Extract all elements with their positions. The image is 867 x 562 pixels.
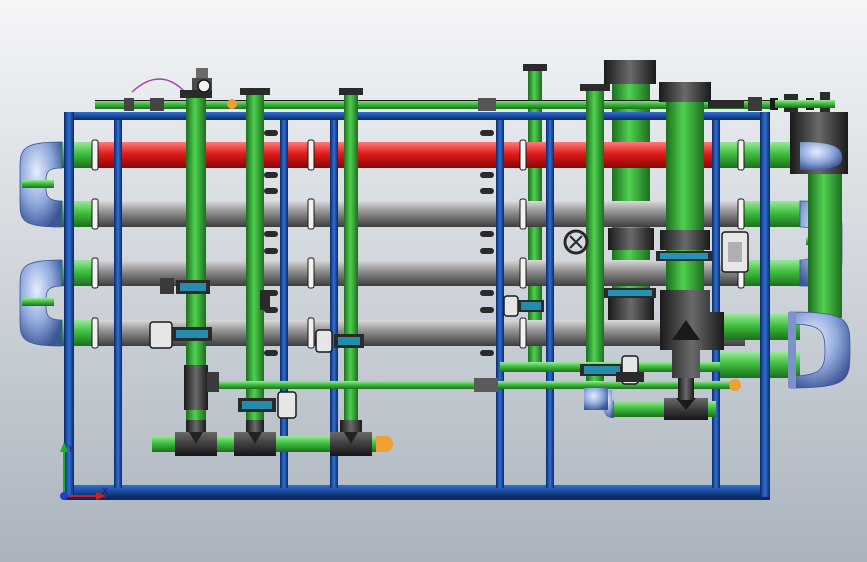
top-header-right-ext bbox=[775, 100, 835, 108]
triad-x-label: X bbox=[102, 487, 108, 497]
top-orange-fitting bbox=[227, 99, 237, 109]
orange-cap-mid bbox=[729, 379, 741, 391]
cad-viewport[interactable]: Y X bbox=[0, 0, 867, 562]
frame-post-6 bbox=[546, 120, 554, 488]
frame-post-5 bbox=[496, 120, 504, 488]
frame-top-beam bbox=[64, 112, 770, 120]
gate-valve-icon bbox=[160, 278, 210, 294]
frame-post-3 bbox=[280, 120, 288, 488]
valve-tall-right bbox=[604, 288, 656, 298]
riser-big-front bbox=[666, 95, 704, 315]
right-main-riser bbox=[808, 168, 842, 318]
actuator-right bbox=[721, 231, 749, 273]
frame-post-2 bbox=[114, 120, 122, 488]
frame-post-7 bbox=[712, 120, 720, 488]
riser-tall-right-cap bbox=[604, 60, 656, 84]
riser-4 bbox=[586, 90, 604, 390]
triad-y-label: Y bbox=[67, 445, 74, 455]
line-mid-lower bbox=[205, 381, 735, 389]
riser-mid-right-flange bbox=[523, 64, 547, 71]
frame-post-1 bbox=[64, 112, 74, 497]
vessel-row-1-hot bbox=[55, 142, 755, 168]
frame-bottom-beam-shadow bbox=[64, 497, 770, 500]
riser-tall-right-lower bbox=[608, 295, 654, 320]
pressure-gauge-icon bbox=[197, 79, 211, 93]
frame-post-8 bbox=[760, 112, 770, 497]
riser-tall-right-band bbox=[608, 228, 654, 250]
valve-big-riser-upper bbox=[656, 251, 712, 261]
frame-bottom-beam bbox=[64, 485, 770, 497]
riser-1-dark-section bbox=[184, 365, 208, 410]
